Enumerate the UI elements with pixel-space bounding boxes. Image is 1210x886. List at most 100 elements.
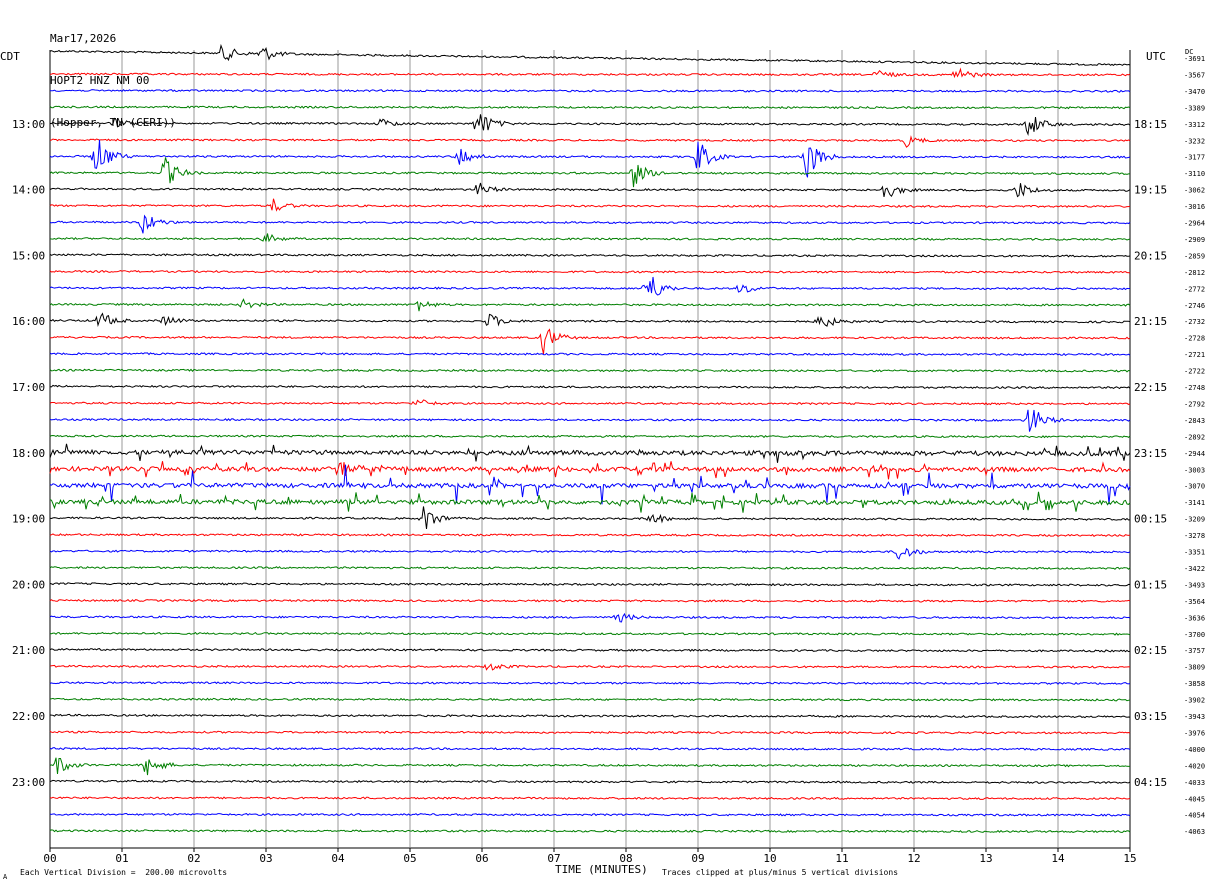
seismic-trace-row (49, 598, 1131, 603)
dc-offset-label: -3070 (1184, 483, 1205, 491)
seismic-trace-row (49, 253, 1131, 258)
left-hour-label: 21:00 (12, 644, 45, 657)
seismic-trace-row (49, 434, 1131, 439)
seismic-trace-row (49, 276, 1131, 296)
trace-group (49, 43, 1131, 834)
dc-offset-label: -2944 (1184, 450, 1205, 458)
dc-offset-label: -3493 (1184, 581, 1205, 589)
seismic-trace-row (49, 697, 1131, 702)
dc-offset-label: -3003 (1184, 466, 1205, 474)
right-hour-label: 21:15 (1134, 315, 1167, 328)
seismic-trace-row (49, 352, 1131, 357)
dc-offset-label: -2746 (1184, 302, 1205, 310)
dc-offset-label: -2859 (1184, 252, 1205, 260)
dc-offset-label: -3312 (1184, 121, 1205, 129)
dc-offset-label: -3636 (1184, 614, 1205, 622)
right-hour-label: 02:15 (1134, 644, 1167, 657)
dc-offset-label: -3858 (1184, 680, 1205, 688)
seismic-trace-row (49, 829, 1131, 834)
x-tick-label: 11 (835, 852, 848, 865)
x-tick-label: 13 (979, 852, 992, 865)
dc-offset-label: -3278 (1184, 532, 1205, 540)
dc-offset-label: -3422 (1184, 565, 1205, 573)
seismic-trace-row (49, 399, 1131, 406)
seismic-trace-row (49, 812, 1131, 817)
seismic-trace-row (49, 157, 1131, 188)
dc-offset-label: -3976 (1184, 729, 1205, 737)
x-tick-label: 01 (115, 852, 128, 865)
right-hour-label: 04:15 (1134, 776, 1167, 789)
right-hour-label: 22:15 (1134, 381, 1167, 394)
dc-offset-label: -2892 (1184, 433, 1205, 441)
seismic-trace-row (49, 269, 1131, 274)
dc-offset-label: -4000 (1184, 746, 1205, 754)
dc-offset-label: -3141 (1184, 499, 1205, 507)
left-hour-label: 22:00 (12, 710, 45, 723)
dc-offset-label: -3062 (1184, 187, 1205, 195)
dc-offset-label: -3232 (1184, 137, 1205, 145)
left-hour-label: 14:00 (12, 184, 45, 197)
right-hour-label: 01:15 (1134, 578, 1167, 591)
dc-offset-label: -3567 (1184, 71, 1205, 79)
dc-offset-label: -3902 (1184, 697, 1205, 705)
x-tick-label: 03 (259, 852, 272, 865)
right-hour-label: 19:15 (1134, 184, 1167, 197)
dc-offset-label: -2722 (1184, 368, 1205, 376)
seismic-trace-row (49, 384, 1131, 390)
dc-offset-label: -2721 (1184, 351, 1205, 359)
seismic-trace-row (49, 368, 1131, 373)
seismic-trace-row (49, 757, 1131, 776)
dc-offset-label: -4054 (1184, 812, 1205, 820)
dc-offset-label: -2748 (1184, 384, 1205, 392)
scale-note: Each Vertical Division = 200.00 microvol… (20, 868, 228, 877)
left-hour-label: 13:00 (12, 118, 45, 131)
x-tick-label: 04 (331, 852, 345, 865)
dc-offset-label: -3351 (1184, 549, 1205, 557)
seismic-trace-row (49, 779, 1131, 784)
seismic-trace-row (49, 298, 1131, 312)
dc-offset-label: -3943 (1184, 713, 1205, 721)
left-hour-label: 15:00 (12, 249, 45, 262)
axis-label-group: 00 01 02 03 04 05 06 07 08 09 10 11 12 13 14 15-3691-35… (12, 55, 1205, 865)
dc-offset-label: -3177 (1184, 154, 1205, 162)
seismic-trace-row (49, 443, 1131, 463)
seismic-trace-row (49, 114, 1131, 136)
seismic-trace-row (49, 67, 1131, 79)
x-tick-label: 00 (43, 852, 56, 865)
clip-note: Traces clipped at plus/minus 5 vertical … (662, 868, 899, 877)
x-axis-title: TIME (MINUTES) (555, 863, 648, 876)
seismic-trace-row (49, 409, 1131, 432)
dc-offset-label: -2732 (1184, 318, 1205, 326)
right-hour-label: 00:15 (1134, 513, 1167, 526)
header-location: (Hopper, TN (CERI)) (50, 116, 176, 129)
seismic-trace-row (49, 647, 1131, 653)
left-hour-label: 20:00 (12, 578, 45, 591)
seismic-trace-row (50, 88, 1131, 93)
seismic-trace-row (49, 566, 1131, 570)
x-tick-label: 06 (475, 852, 488, 865)
dc-offset-label: -3564 (1184, 598, 1205, 606)
header-block: Mar17,2026 HOPT2 HNZ NM 00 (Hopper, TN (… (50, 4, 176, 144)
seismic-trace-row (49, 491, 1131, 513)
seismogram-plot: 00 01 02 03 04 05 06 07 08 09 10 11 12 13 14 15-3691-35… (12, 43, 1205, 865)
dc-offset-label: -2812 (1184, 269, 1205, 277)
dc-offset-label: -3016 (1184, 203, 1205, 211)
header-station: HOPT2 HNZ NM 00 (50, 74, 150, 87)
seismic-trace-row (49, 461, 1131, 480)
x-tick-label: 15 (1123, 852, 1136, 865)
dc-offset-label: -3110 (1184, 170, 1205, 178)
right-timezone-label: UTC (1146, 50, 1166, 63)
dc-offset-label: -3389 (1184, 104, 1205, 112)
seismic-trace-row (49, 139, 1131, 178)
right-hour-label: 23:15 (1134, 447, 1167, 460)
seismic-trace-row (49, 747, 1131, 751)
dc-offset-label: -2964 (1184, 220, 1205, 228)
dc-offset-label: -3209 (1184, 516, 1205, 524)
dc-offset-label: -4020 (1184, 762, 1205, 770)
x-tick-label: 05 (403, 852, 416, 865)
dc-offset-label: -3691 (1184, 55, 1205, 63)
dc-offset-label: -2772 (1184, 285, 1205, 293)
seismic-trace-row (49, 312, 1131, 327)
seismic-trace-row (49, 105, 1131, 110)
seismic-trace-row (49, 533, 1131, 537)
